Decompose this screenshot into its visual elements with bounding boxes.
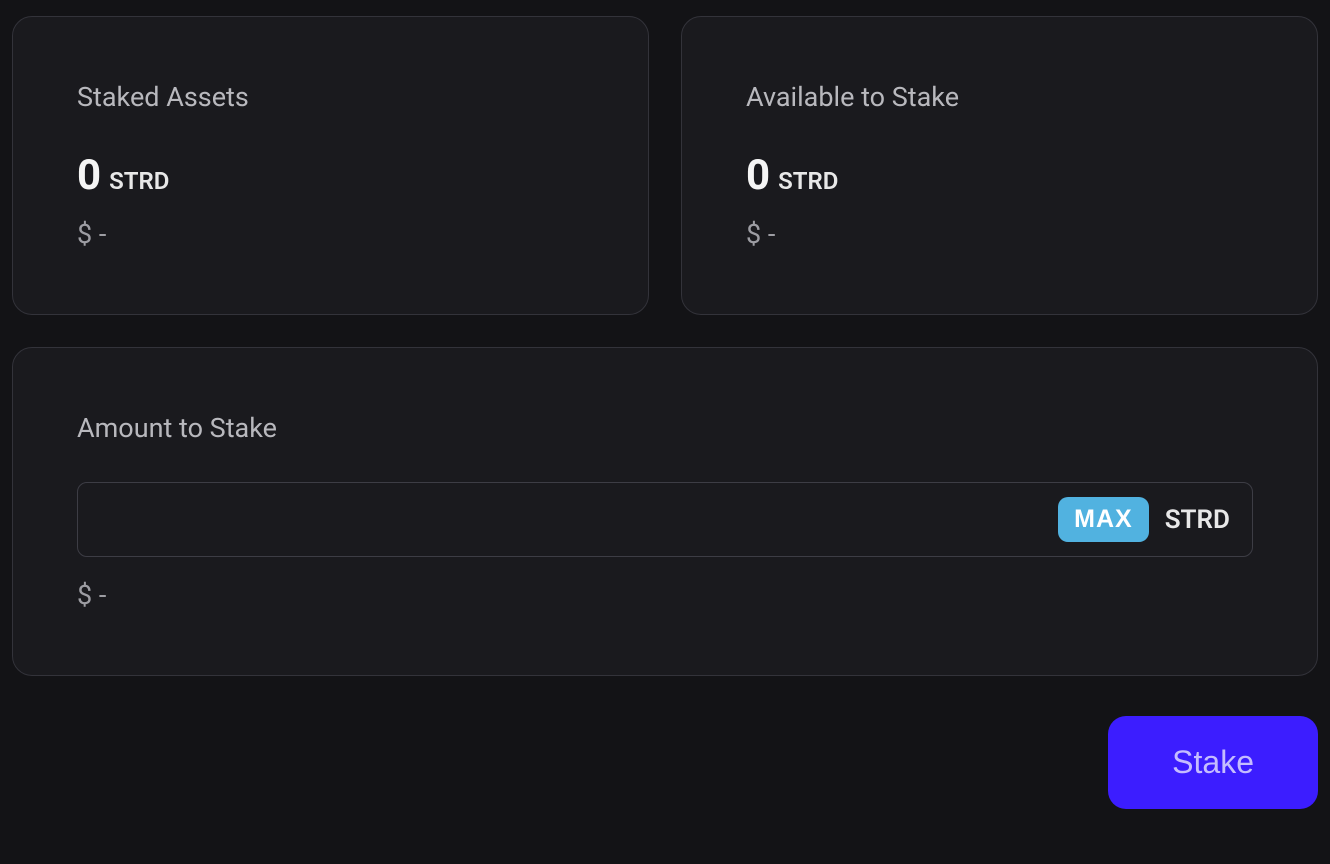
amount-to-stake-card: Amount to Stake MAX STRD $ -: [12, 347, 1318, 676]
stake-button-container: Stake: [12, 716, 1318, 809]
stake-amount-input[interactable]: [100, 504, 1042, 535]
stake-currency-label: STRD: [1165, 505, 1230, 535]
stake-dollar-value: $ -: [77, 579, 1253, 611]
staked-assets-dollar-value: $ -: [77, 218, 584, 250]
staked-assets-value-row: 0 STRD: [77, 151, 584, 200]
staked-assets-title: Staked Assets: [77, 81, 584, 113]
amount-to-stake-title: Amount to Stake: [77, 412, 1253, 444]
stake-button[interactable]: Stake: [1108, 716, 1318, 809]
available-amount: 0: [746, 151, 770, 200]
available-currency: STRD: [778, 167, 838, 195]
stake-input-wrapper: MAX STRD: [77, 482, 1253, 557]
available-title: Available to Stake: [746, 81, 1253, 113]
available-to-stake-card: Available to Stake 0 STRD $ -: [681, 16, 1318, 315]
staked-assets-amount: 0: [77, 151, 101, 200]
staked-assets-currency: STRD: [109, 167, 169, 195]
available-dollar-value: $ -: [746, 218, 1253, 250]
staked-assets-card: Staked Assets 0 STRD $ -: [12, 16, 649, 315]
max-button[interactable]: MAX: [1058, 497, 1149, 542]
available-value-row: 0 STRD: [746, 151, 1253, 200]
